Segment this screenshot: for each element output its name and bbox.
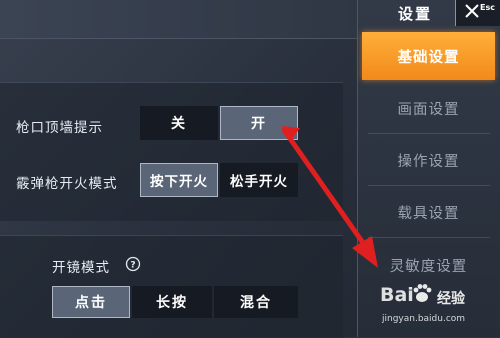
shotgun-fire-mode-label: 霰弹枪开火模式 [16,176,118,192]
sidebar-divider [368,133,490,134]
sidebar-item-vehicle[interactable]: 载具设置 [362,188,495,236]
sidebar-divider [368,237,490,238]
top-strip [0,0,357,39]
watermark-suffix: 经验 [437,291,465,307]
question-circle-icon[interactable]: ? [125,256,141,272]
watermark-url: jingyan.baidu.com [382,314,466,324]
scope-hold-button[interactable]: 长按 [132,286,212,318]
scope-mode-label: 开镜模式 [52,260,110,276]
scope-mixed-button[interactable]: 混合 [214,286,298,318]
sidebar-divider [368,185,490,186]
sidebar-item-controls[interactable]: 操作设置 [362,136,495,184]
muzzle-wall-hint-off-button[interactable]: 关 [140,106,218,140]
muzzle-wall-hint-label: 枪口顶墙提示 [16,120,103,136]
settings-panel-fire [0,82,343,221]
paw-logo-icon [411,282,433,304]
scope-tap-button[interactable]: 点击 [52,286,130,318]
shotgun-press-fire-button[interactable]: 按下开火 [140,163,218,197]
esc-label: Esc [480,3,495,12]
sidebar-item-basic[interactable]: 基础设置 [362,32,495,80]
close-icon[interactable] [463,2,481,20]
shotgun-release-fire-button[interactable]: 松手开火 [220,163,298,197]
svg-text:?: ? [130,261,135,271]
muzzle-wall-hint-on-button[interactable]: 开 [220,106,298,140]
settings-title: 设置 [397,4,432,23]
watermark-brand: Bai [380,284,414,306]
sidebar-item-graphics[interactable]: 画面设置 [362,84,495,132]
